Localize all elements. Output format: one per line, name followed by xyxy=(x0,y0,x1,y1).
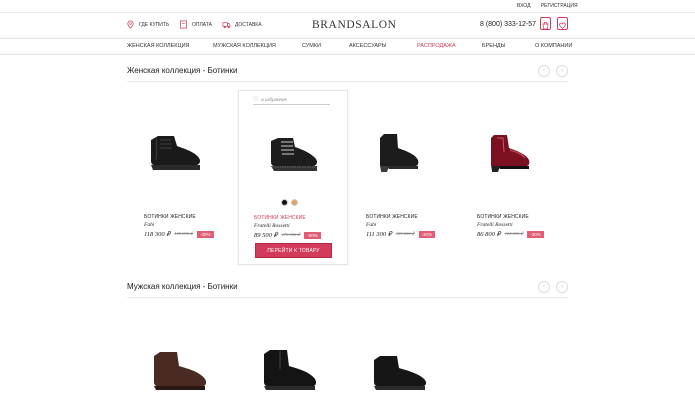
product-old-price: 159 000 ₽ xyxy=(395,231,415,236)
favorites-button[interactable] xyxy=(557,17,568,30)
arrow-left-icon[interactable]: ‹ xyxy=(538,65,550,77)
heart-icon: ♡ xyxy=(253,97,259,103)
nav-item-men[interactable]: МУЖСКАЯ КОЛЛЕКЦИЯ xyxy=(213,43,276,49)
delivery-icon xyxy=(222,22,231,29)
favorites-icon xyxy=(559,22,566,30)
product-card[interactable]: БОТИНКИ ЖЕНСКИЕ Fabi 118 300 ₽ 169 000 ₽… xyxy=(129,90,239,265)
phone-number[interactable]: 8 (800) 333-12-57 xyxy=(480,21,536,28)
product-image[interactable] xyxy=(148,346,214,394)
product-image xyxy=(380,134,419,172)
color-swatch-tan[interactable] xyxy=(291,199,298,206)
where-to-buy-label: ГДЕ КУПИТЬ xyxy=(139,21,170,28)
section-divider xyxy=(127,81,568,82)
delivery-label: ДОСТАВКА xyxy=(235,21,262,28)
product-brand[interactable]: Fratelli Rossetti xyxy=(477,222,513,228)
arrow-right-icon[interactable]: › xyxy=(556,281,568,293)
discount-badge: -30% xyxy=(418,230,436,238)
nav-item-sale[interactable]: РАСПРОДАЖА xyxy=(417,43,456,49)
top-bar: ВХОД РЕГИСТРАЦИЯ xyxy=(0,0,695,13)
login-link[interactable]: ВХОД xyxy=(517,3,530,9)
nav-item-accessories[interactable]: АКСЕССУАРЫ xyxy=(349,43,387,49)
favorites-label: в избранное xyxy=(261,97,288,102)
cart-button[interactable] xyxy=(540,17,551,30)
product-old-price: 169 000 ₽ xyxy=(174,231,194,236)
delivery-link[interactable]: ДОСТАВКА xyxy=(222,20,262,29)
product-brand[interactable]: Fabi xyxy=(366,222,376,228)
product-prices: 89 500 ₽ 179 000 ₽ -50% xyxy=(254,231,321,239)
product-brand[interactable]: Fabi xyxy=(144,222,154,228)
product-card[interactable]: БОТИНКИ ЖЕНСКИЕ Fratelli Rossetti 86 800… xyxy=(462,90,572,265)
nav-item-brands[interactable]: БРЕНДЫ xyxy=(482,43,506,49)
main-nav: ЖЕНСКАЯ КОЛЛЕКЦИЯ МУЖСКАЯ КОЛЛЕКЦИЯ СУМК… xyxy=(0,38,695,55)
add-to-favorites[interactable]: ♡ в избранное xyxy=(253,95,330,105)
product-price: 118 300 ₽ xyxy=(144,231,171,238)
auth-links: ВХОД РЕГИСТРАЦИЯ xyxy=(517,3,587,9)
location-icon xyxy=(127,20,134,29)
women-section-title: Женская коллекция - Ботинки xyxy=(127,66,238,75)
color-options xyxy=(281,199,298,206)
product-image xyxy=(491,135,530,172)
product-prices: 86 800 ₽ 124 000 ₽ -30% xyxy=(477,230,544,238)
product-brand[interactable]: Fratelli Rossetti xyxy=(254,223,290,229)
men-section-title: Мужская коллекция - Ботинки xyxy=(127,282,238,291)
product-price: 86 800 ₽ xyxy=(477,231,501,238)
brand-logo[interactable]: BRANDSALON xyxy=(312,19,397,31)
section-divider xyxy=(127,297,568,298)
product-image xyxy=(151,136,201,170)
nav-item-about[interactable]: О КОМПАНИИ xyxy=(535,43,572,49)
product-card[interactable]: БОТИНКИ ЖЕНСКИЕ Fabi 111 300 ₽ 159 000 ₽… xyxy=(351,90,461,265)
product-type: БОТИНКИ ЖЕНСКИЕ xyxy=(144,214,196,220)
arrow-left-icon[interactable]: ‹ xyxy=(538,281,550,293)
cart-icon xyxy=(542,22,549,30)
discount-badge: -30% xyxy=(527,230,544,238)
payment-icon xyxy=(179,20,188,29)
product-prices: 111 300 ₽ 159 000 ₽ -30% xyxy=(366,230,436,238)
product-type: БОТИНКИ ЖЕНСКИЕ xyxy=(477,214,529,220)
register-link[interactable]: РЕГИСТРАЦИЯ xyxy=(541,3,578,9)
header: ГДЕ КУПИТЬ ОПЛАТА ДОСТАВКА BRANDSALON 8 … xyxy=(0,13,695,38)
product-type: БОТИНКИ ЖЕНСКИЕ xyxy=(366,214,418,220)
product-old-price: 124 000 ₽ xyxy=(504,231,524,236)
product-image[interactable] xyxy=(368,346,434,394)
nav-item-bags[interactable]: СУМКИ xyxy=(302,43,321,49)
discount-badge: -50% xyxy=(304,231,321,239)
nav-item-women[interactable]: ЖЕНСКАЯ КОЛЛЕКЦИЯ xyxy=(127,43,190,49)
product-card-hovered[interactable]: ♡ в избранное БОТИНКИ ЖЕНСКИЕ Fratelli R… xyxy=(238,90,348,265)
product-type: БОТИНКИ ЖЕНСКИЕ xyxy=(254,215,306,221)
go-to-product-button[interactable]: ПЕРЕЙТИ К ТОВАРУ xyxy=(255,243,332,258)
product-image xyxy=(271,138,318,171)
payment-link[interactable]: ОПЛАТА xyxy=(179,20,212,29)
product-prices: 118 300 ₽ 169 000 ₽ -30% xyxy=(144,230,214,238)
product-image[interactable] xyxy=(258,346,324,394)
product-price: 89 500 ₽ xyxy=(254,232,278,239)
color-swatch-black[interactable] xyxy=(281,199,288,206)
discount-badge: -30% xyxy=(197,230,214,238)
where-to-buy-link[interactable]: ГДЕ КУПИТЬ xyxy=(126,20,169,29)
arrow-right-icon[interactable]: › xyxy=(556,65,568,77)
payment-label: ОПЛАТА xyxy=(192,21,212,28)
product-price: 111 300 ₽ xyxy=(366,231,392,238)
product-old-price: 179 000 ₽ xyxy=(281,232,301,237)
